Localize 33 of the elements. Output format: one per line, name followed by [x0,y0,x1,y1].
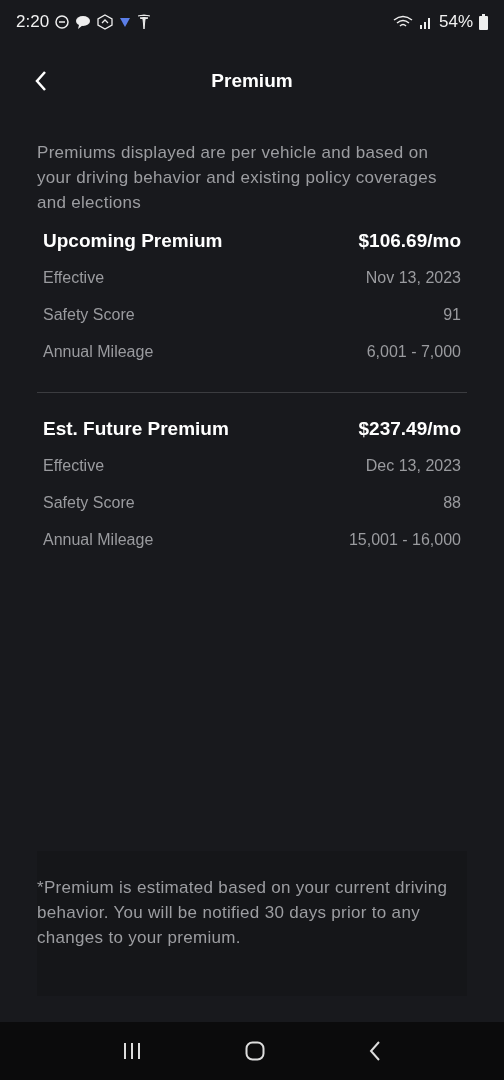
intro-text: Premiums displayed are per vehicle and based on your driving behavior and existing policy coverages and elections [37,142,438,214]
section-title: Upcoming Premium [43,230,223,252]
row-value: Nov 13, 2023 [365,268,461,287]
hexagon-icon [97,14,114,30]
status-time: 2:20 [16,12,50,32]
chat-bubble-icon [75,15,92,29]
row-label: Safety Score [43,305,135,324]
do-not-disturb-icon [55,15,70,29]
row-label: Annual Mileage [43,530,154,549]
chevron-left-icon [34,70,48,92]
row-label: Effective [43,268,105,287]
premium-amount: $106.69/mo [358,230,461,252]
chevron-left-icon [368,1041,383,1061]
row-value: Dec 13, 2023 [365,456,461,475]
row-label: Annual Mileage [43,342,154,361]
battery-percent: 54% [438,12,473,32]
row-label: Effective [43,456,105,475]
premium-amount: $237.49/mo [358,418,461,440]
wifi-icon [392,15,413,29]
rounded-square-icon [245,1041,265,1061]
triangle-icon [119,16,132,28]
row-label: Safety Score [43,493,135,512]
t-logo-icon [137,14,152,30]
row-value: 91 [443,305,461,324]
section-title: Est. Future Premium [43,418,229,440]
row-value: 15,001 - 16,000 [348,530,461,549]
footnote-text: *Premium is estimated based on your current driving behavior. You will be notified 30 days prior to any changes to your premium. [37,877,449,949]
signal-icon [418,15,433,29]
battery-icon [479,14,488,30]
row-value: 88 [443,493,461,512]
row-value: 6,001 - 7,000 [366,342,461,361]
page-title: Premium [211,70,293,92]
three-bars-icon [121,1042,142,1060]
